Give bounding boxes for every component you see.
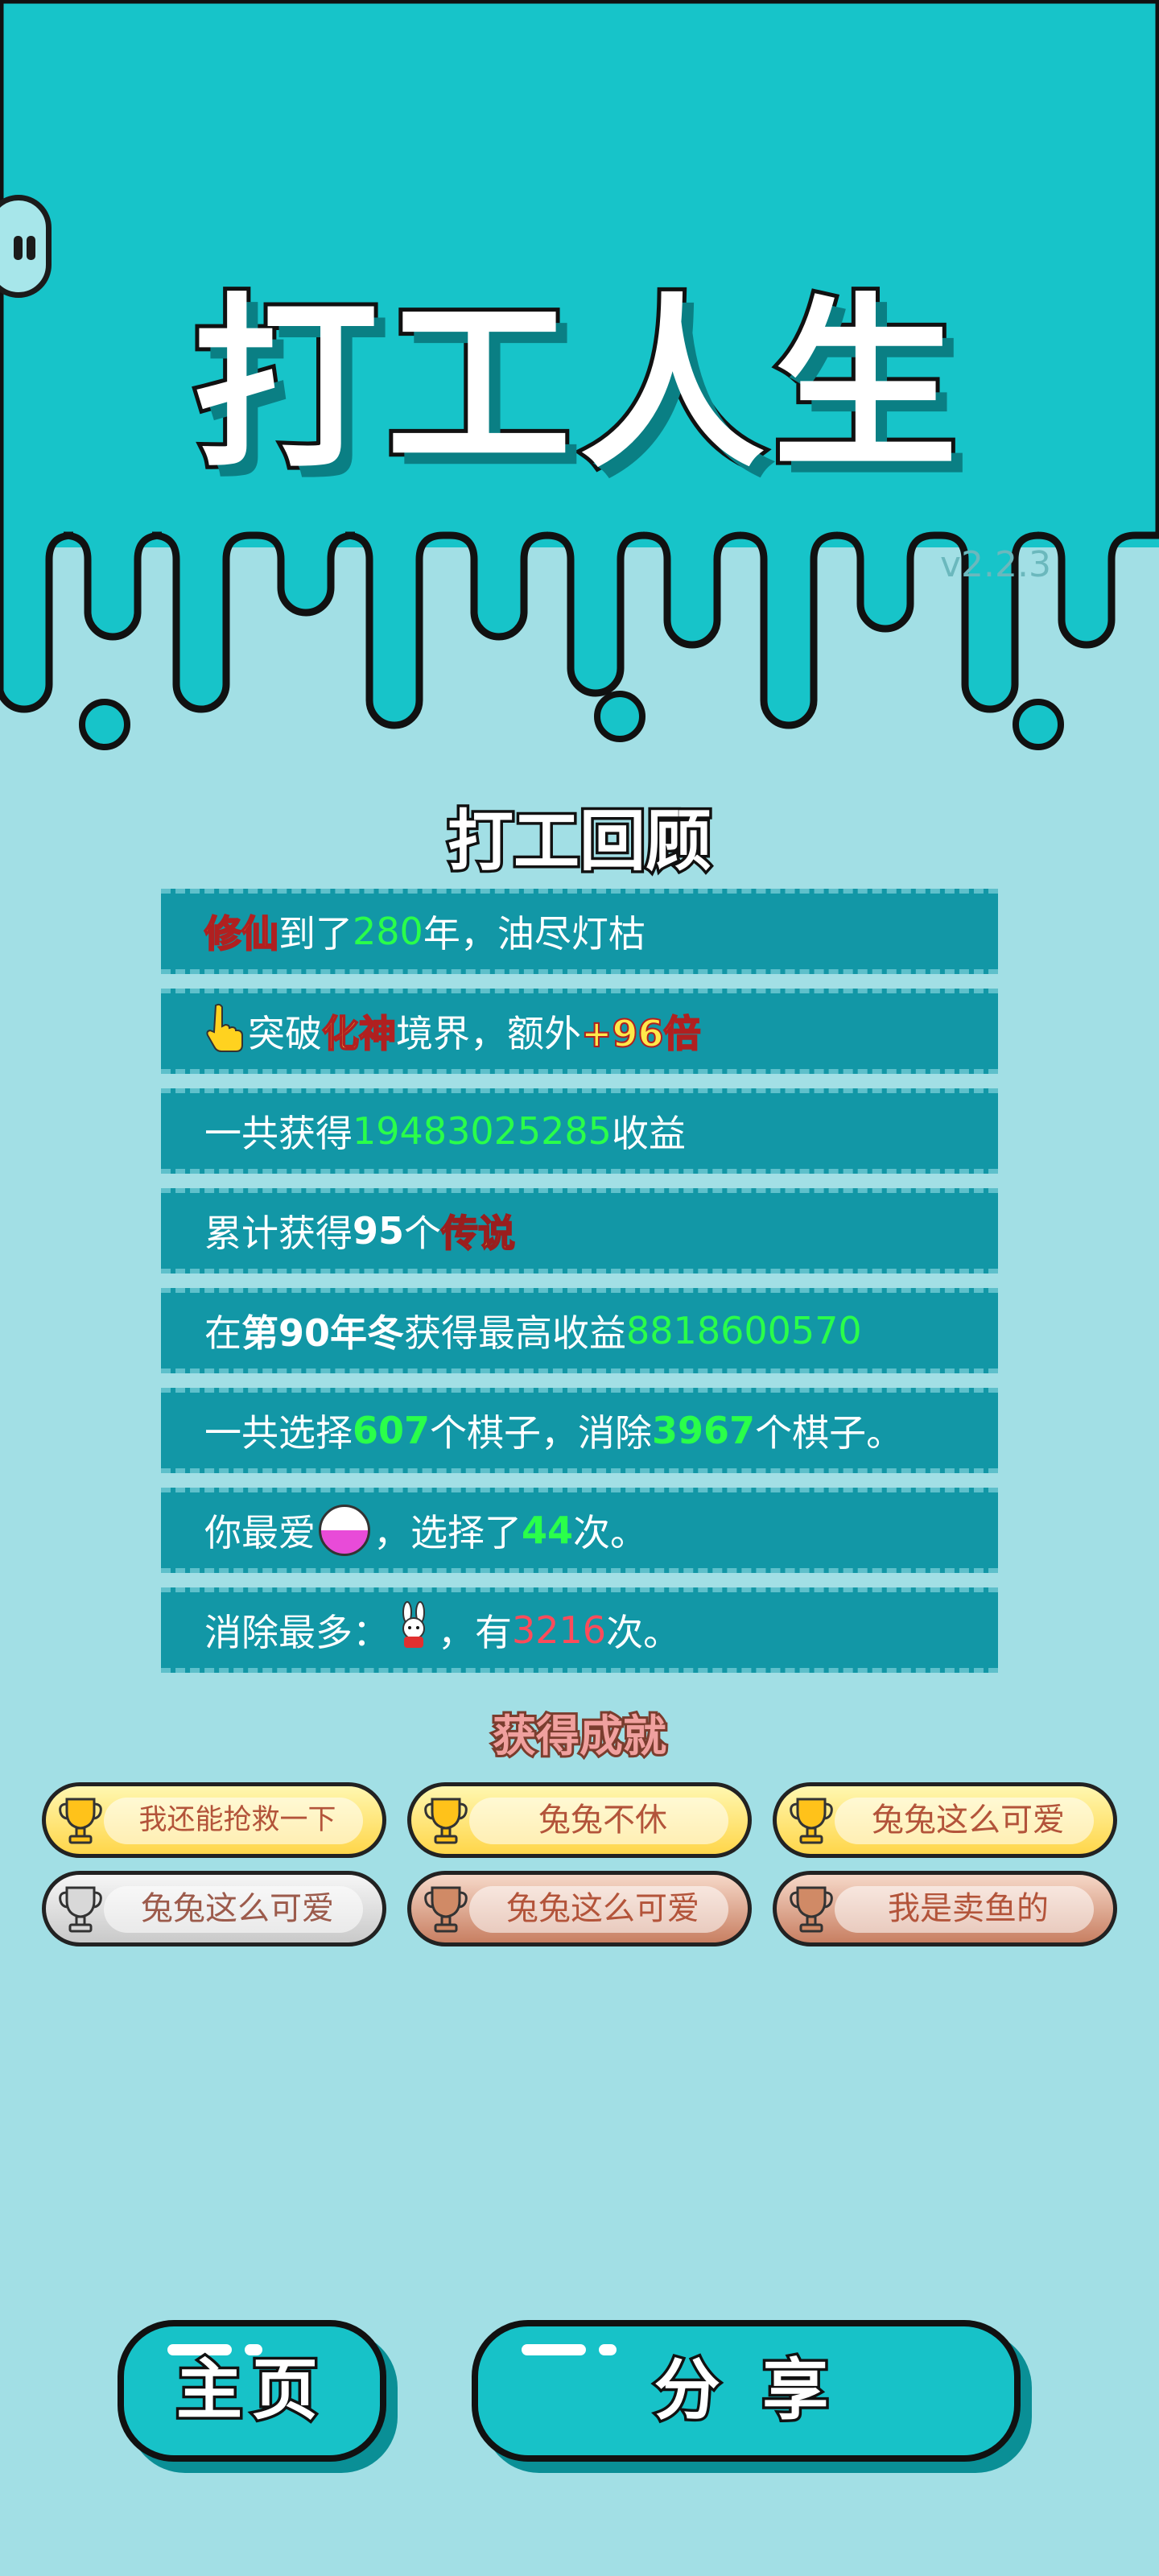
achievement-badge[interactable]: 我是卖鱼的 — [773, 1871, 1117, 1946]
share-button[interactable]: 分 享 — [472, 2320, 1021, 2462]
review-row-best-season: 在 第90年冬 获得最高收益 8818600570 — [161, 1288, 998, 1373]
home-button[interactable]: 主页 — [118, 2320, 386, 2462]
review-title: 打工回顾 — [444, 801, 714, 883]
achievement-label: 兔兔这么可爱 — [141, 1890, 334, 1927]
trophy-icon — [788, 1883, 835, 1938]
trophy-icon — [423, 1794, 469, 1849]
rabbit-icon — [394, 1600, 433, 1660]
trophy-icon — [423, 1883, 469, 1938]
drip-dot — [79, 699, 130, 750]
review-row-most-cleared: 消除最多： ，有 3216 次。 — [161, 1587, 998, 1673]
achievement-label: 兔兔这么可爱 — [506, 1890, 699, 1927]
achievement-badge[interactable]: 我还能抢救一下 — [42, 1782, 386, 1858]
review-row-favorite: 你最爱 ，选择了 44 次。 — [161, 1488, 998, 1573]
achievement-label: 我还能抢救一下 — [138, 1804, 336, 1836]
achievement-label: 兔兔这么可爱 — [872, 1802, 1065, 1839]
drip-dot — [1013, 699, 1064, 750]
pointing-hand-icon — [204, 1002, 245, 1061]
achievement-badge[interactable]: 兔兔这么可爱 — [42, 1871, 386, 1946]
trophy-icon — [57, 1883, 104, 1938]
rice-bowl-icon — [319, 1505, 370, 1556]
trophy-icon — [57, 1794, 104, 1849]
review-row-total-income: 一共获得 19483025285 收益 — [161, 1088, 998, 1174]
app-title: 打工人生 — [189, 275, 966, 497]
review-row-cultivation: 修仙 到了 280 年，油尽灯枯 — [161, 889, 998, 974]
achievements-title: 获得成就 — [490, 1708, 669, 1764]
review-row-breakthrough: 突破 化神 境界，额外 +96倍 — [161, 989, 998, 1074]
pause-icon — [14, 236, 23, 260]
achievement-label: 兔兔不休 — [538, 1802, 667, 1839]
review-row-pieces: 一共选择 607 个棋子，消除 3967 个棋子。 — [161, 1388, 998, 1473]
review-list: 修仙 到了 280 年，油尽灯枯 突破 化神 境界，额外 +96倍 一共获得 1… — [161, 889, 998, 1687]
achievement-badge[interactable]: 兔兔不休 — [407, 1782, 752, 1858]
version-label: v2.2.3 — [940, 544, 1051, 585]
drip-dot — [594, 691, 645, 742]
review-row-legends: 累计获得 95 个 传说 — [161, 1188, 998, 1274]
achievement-badge[interactable]: 兔兔这么可爱 — [407, 1871, 752, 1946]
achievement-label: 我是卖鱼的 — [888, 1890, 1049, 1927]
trophy-icon — [788, 1794, 835, 1849]
achievement-badge[interactable]: 兔兔这么可爱 — [773, 1782, 1117, 1858]
